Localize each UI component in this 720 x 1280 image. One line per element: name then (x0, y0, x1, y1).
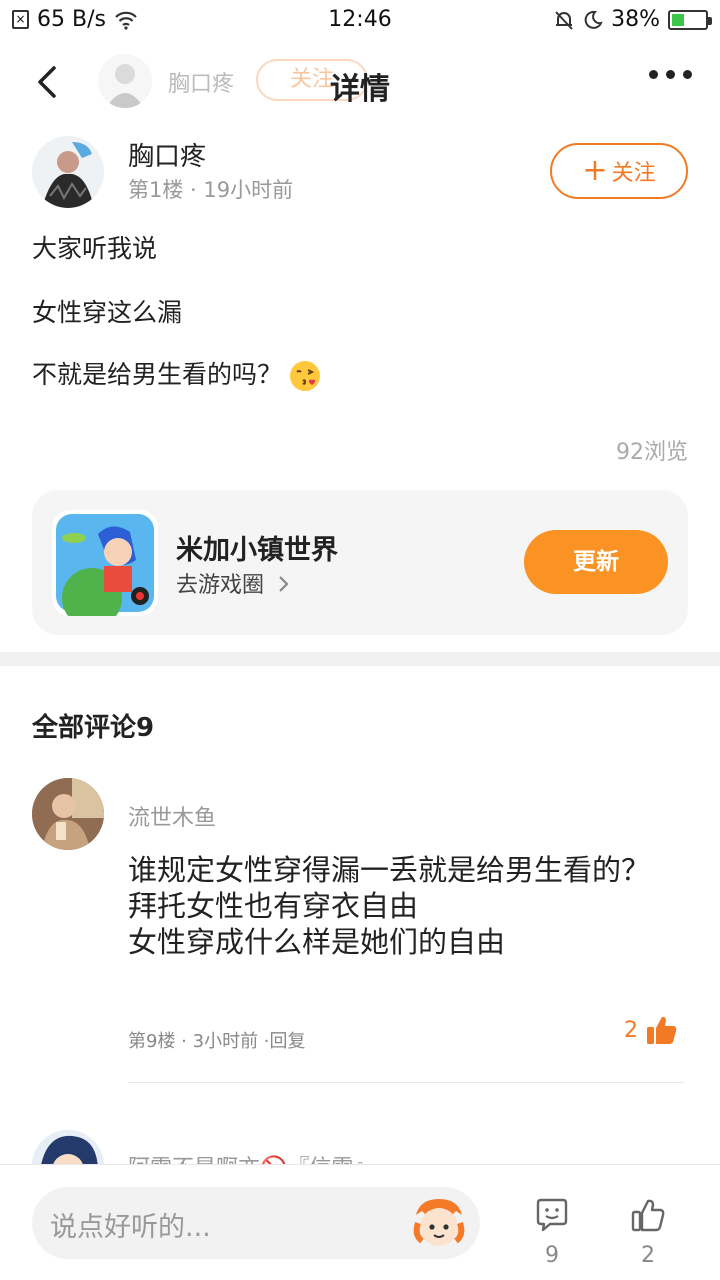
comment-like-count: 2 (624, 1017, 638, 1043)
chevron-right-icon (279, 576, 289, 592)
comments-title: 全部评论9 (32, 713, 155, 743)
more-dot (666, 70, 675, 79)
more-dot (649, 70, 658, 79)
more-dot (683, 70, 692, 79)
nav-bar: 胸口疼 关注 详情 (0, 40, 720, 126)
comment-like-button[interactable]: 2 (624, 1015, 678, 1045)
comments-tab[interactable]: 9 (522, 1197, 582, 1268)
game-circle-link[interactable]: 去游戏圈 (176, 567, 291, 599)
comment-text-line: 谁规定女性穿得漏一丢就是给男生看的？ (128, 853, 651, 887)
comment-count: 9 (545, 1243, 559, 1268)
comment-bubble-icon (536, 1198, 568, 1232)
battery-fill (672, 13, 684, 26)
comment-input-placeholder: 说点好听的... (50, 1212, 211, 1243)
kiss-emoji-icon (290, 361, 321, 391)
game-circle-link-label: 去游戏圈 (176, 573, 265, 598)
section-divider (0, 652, 720, 666)
comment-author-avatar[interactable] (32, 778, 104, 850)
thumbs-up-icon (631, 1199, 665, 1232)
game-app-icon[interactable] (52, 510, 158, 616)
post-author-avatar[interactable] (32, 136, 104, 208)
follow-button[interactable]: + 关注 (550, 143, 688, 199)
comment-divider (128, 1082, 684, 1083)
page-title: 详情 (330, 72, 390, 107)
more-options-icon[interactable] (649, 70, 692, 79)
comment-text: 谁规定女性穿得漏一丢就是给男生看的？ 拜托女性也有穿衣自由 女性穿成什么样是她们的自… (128, 852, 668, 960)
post-text-line: 女性穿这么漏 (32, 298, 183, 327)
update-button[interactable]: 更新 (524, 530, 668, 594)
bottom-bar: 说点好听的... 9 2 (0, 1164, 720, 1280)
like-tab[interactable]: 2 (618, 1197, 678, 1268)
comment-meta: 第9楼 · 3小时前 ·回复 (128, 1031, 306, 1052)
like-count: 2 (641, 1243, 655, 1268)
post-author-name[interactable]: 胸口疼 (128, 136, 206, 173)
game-card[interactable]: 米加小镇世界 去游戏圈 更新 (32, 490, 688, 635)
mascot-emoji-icon[interactable] (410, 1195, 468, 1251)
post-text-line: 大家听我说 (32, 234, 158, 263)
game-name[interactable]: 米加小镇世界 (176, 528, 338, 567)
post-text-line-emoji-row: 不就是给男生看的吗？ (32, 355, 322, 393)
post-text-line: 不就是给男生看的吗？ (32, 360, 283, 389)
mute-bell-icon (555, 10, 573, 30)
thumbs-up-filled-icon (647, 1016, 677, 1044)
post-meta: 第1楼 · 19小时前 (128, 178, 294, 202)
comment-text-line: 拜托女性也有穿衣自由 (128, 889, 419, 923)
view-count: 92浏览 (616, 440, 688, 465)
comment-input[interactable]: 说点好听的... (32, 1187, 480, 1259)
battery-icon (668, 9, 712, 30)
status-bar: × 65 B/s 12:46 38% (0, 0, 720, 40)
plus-icon: + (582, 153, 608, 188)
moon-icon (584, 10, 603, 29)
status-right: 38% (553, 7, 712, 32)
comment-author-name[interactable]: 流世木鱼 (128, 800, 216, 832)
comment-text-line: 女性穿成什么样是她们的自由 (128, 925, 506, 959)
follow-label: 关注 (611, 161, 656, 186)
battery-cap (708, 16, 712, 25)
battery-percent: 38% (611, 7, 660, 32)
